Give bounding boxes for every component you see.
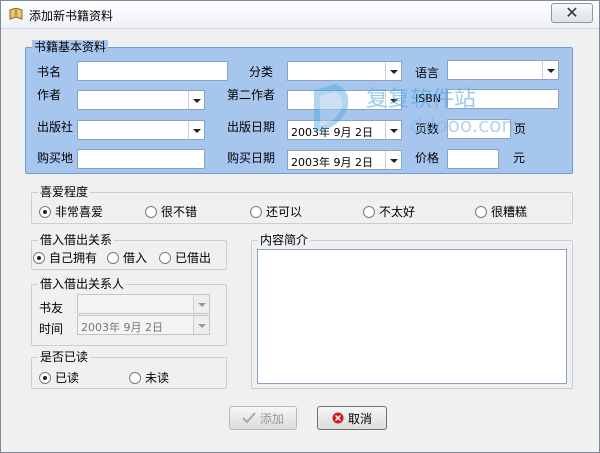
buy-date-value: 2003年 9月 2日 — [291, 156, 373, 169]
radio-selected-icon[interactable] — [33, 251, 45, 264]
price-unit: 元 — [513, 151, 526, 165]
title-bar[interactable]: 添加新书籍资料 ✕ — [1, 1, 599, 29]
radio-icon[interactable] — [159, 251, 171, 264]
chevron-down-icon[interactable] — [188, 91, 204, 109]
language-label: 语言 — [415, 66, 440, 80]
watermark-url: ddooo.com — [410, 113, 516, 137]
favor-option-bad[interactable]: 很糟糕 — [475, 203, 527, 220]
category-select[interactable] — [287, 61, 402, 81]
radio-icon[interactable] — [250, 205, 262, 218]
add-button[interactable]: 添加 — [229, 406, 297, 430]
radio-selected-icon[interactable] — [39, 371, 51, 384]
cancel-button-label: 取消 — [347, 411, 372, 426]
favor-option-ok[interactable]: 还可以 — [250, 203, 302, 220]
radio-icon[interactable] — [475, 205, 487, 218]
read-option-read[interactable]: 已读 — [39, 369, 79, 386]
lend-person-group-label: 借入借出关系人 — [38, 277, 127, 291]
radio-icon[interactable] — [129, 371, 141, 384]
buy-place-label: 购买地 — [37, 151, 74, 165]
radio-icon[interactable] — [145, 205, 157, 218]
book-name-input[interactable] — [77, 61, 228, 81]
time-label: 时间 — [39, 322, 64, 336]
cancel-button[interactable]: 取消 — [317, 406, 387, 430]
friend-select[interactable] — [77, 294, 210, 314]
chevron-down-icon[interactable] — [385, 151, 401, 169]
basic-info-group-label: 书籍基本资料 — [32, 40, 109, 54]
language-select[interactable] — [447, 60, 559, 80]
close-button[interactable]: ✕ — [551, 3, 593, 23]
summary-group-label: 内容简介 — [258, 233, 311, 247]
chevron-down-icon[interactable] — [542, 61, 558, 79]
price-label: 价格 — [415, 151, 440, 165]
watermark-logo: 复复软件站 ddooo.com — [314, 84, 516, 137]
chevron-down-icon[interactable] — [188, 121, 204, 139]
chevron-down-icon[interactable] — [193, 295, 209, 313]
add-button-label: 添加 — [259, 411, 284, 426]
radio-icon[interactable] — [363, 205, 375, 218]
favor-group-label: 喜爱程度 — [38, 185, 91, 199]
publisher-select[interactable] — [77, 120, 205, 140]
book-icon — [9, 8, 23, 20]
favor-option-good[interactable]: 很不错 — [145, 203, 197, 220]
window-title: 添加新书籍资料 — [29, 9, 114, 23]
read-option-unread[interactable]: 未读 — [129, 369, 169, 386]
author-select[interactable] — [77, 90, 205, 110]
lend-option-borrowed-in[interactable]: 借入 — [107, 249, 147, 266]
author-label: 作者 — [37, 88, 62, 102]
publisher-label: 出版社 — [37, 120, 74, 134]
lend-group-label: 借入借出关系 — [38, 233, 115, 247]
price-input[interactable] — [447, 149, 499, 169]
cancel-icon — [332, 412, 344, 424]
book-name-label: 书名 — [37, 65, 62, 79]
lend-option-lent-out[interactable]: 已借出 — [159, 249, 211, 266]
read-group-label: 是否已读 — [38, 350, 91, 364]
radio-selected-icon[interactable] — [39, 205, 51, 218]
friend-label: 书友 — [39, 301, 64, 315]
category-label: 分类 — [249, 65, 274, 79]
chevron-down-icon[interactable] — [193, 316, 209, 334]
favor-option-very-like[interactable]: 非常喜爱 — [39, 203, 103, 220]
second-author-label: 第二作者 — [227, 88, 276, 102]
watermark-text: 复复软件站 — [366, 87, 476, 112]
summary-textarea[interactable] — [257, 249, 567, 384]
buy-date-picker[interactable]: 2003年 9月 2日 — [287, 150, 402, 170]
lend-time-picker[interactable]: 2003年 9月 2日 — [77, 315, 210, 335]
radio-icon[interactable] — [107, 251, 119, 264]
pub-date-label: 出版日期 — [227, 120, 276, 134]
favor-option-not-good[interactable]: 不太好 — [363, 203, 415, 220]
checkmark-icon — [242, 412, 256, 424]
lend-option-own[interactable]: 自己拥有 — [33, 249, 97, 266]
buy-place-input[interactable] — [77, 149, 205, 169]
chevron-down-icon[interactable] — [385, 62, 401, 80]
buy-date-label: 购买日期 — [227, 151, 276, 165]
dialog-window: 添加新书籍资料 ✕ 书籍基本资料 书名 分类 语言 作者 第二作者 ISBN 出… — [0, 0, 600, 453]
lend-time-value: 2003年 9月 2日 — [81, 321, 163, 334]
